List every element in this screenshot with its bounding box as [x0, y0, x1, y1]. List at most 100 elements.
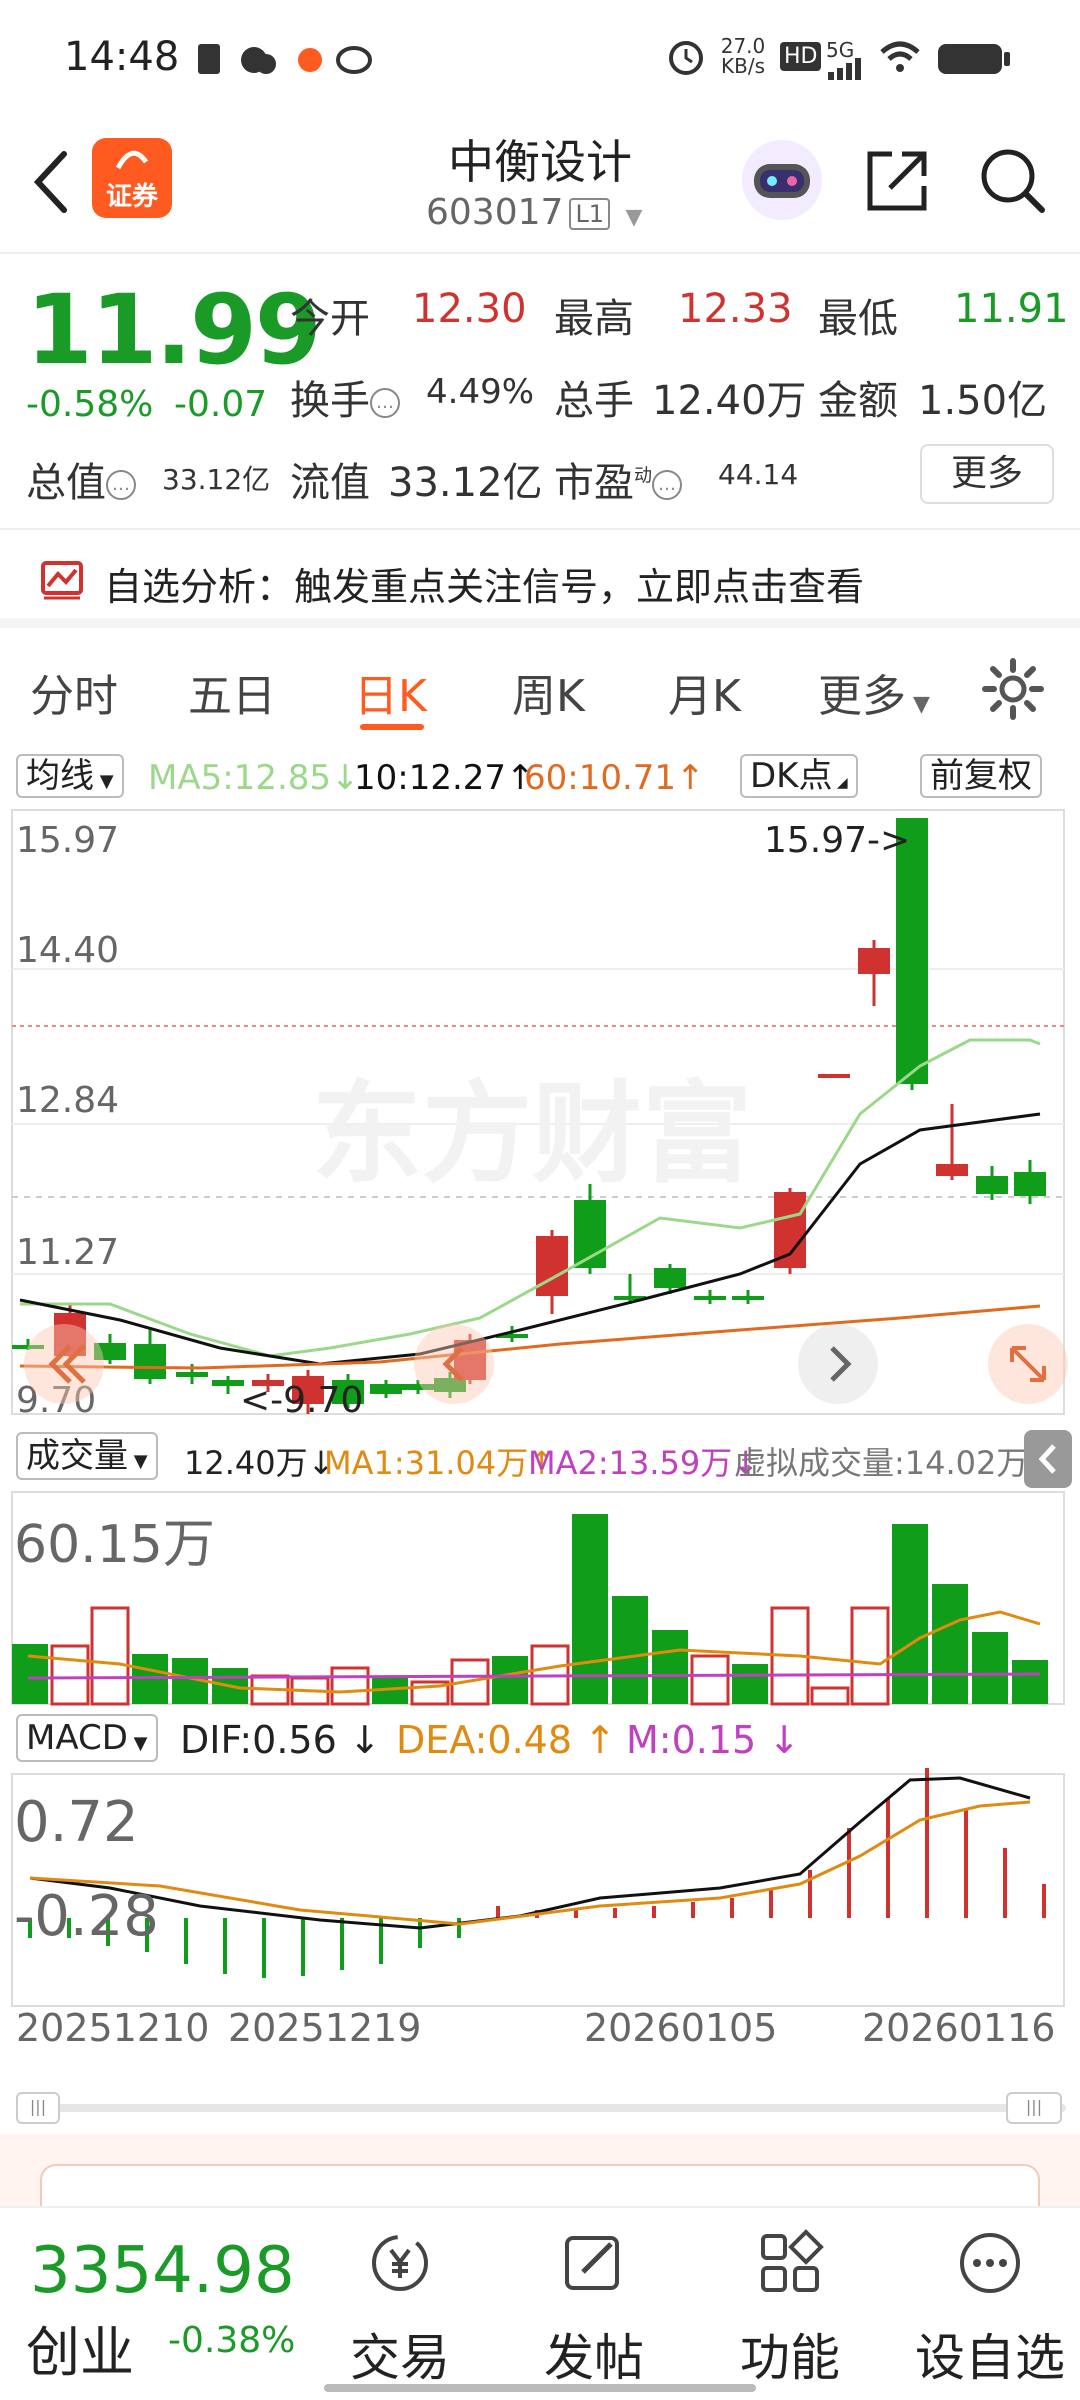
float-label: 流值 — [290, 460, 370, 506]
current-price: 11.99 — [26, 274, 322, 386]
max-price-marker: 15.97-> — [764, 820, 911, 861]
pe-label: 市盈动… — [554, 450, 682, 508]
nav-add-watchlist[interactable]: 设自选 — [900, 2228, 1080, 2390]
index-name: 创业 — [26, 2321, 134, 2384]
robot-assistant-icon[interactable] — [740, 138, 824, 222]
macd-dif-line — [29, 1776, 1031, 1930]
ma60-line — [19, 1304, 1041, 1370]
nav-post[interactable]: 发帖 — [514, 2228, 674, 2390]
date-label: 20260116 — [862, 2006, 1056, 2050]
macd-selector[interactable]: MACD ▼ — [16, 1714, 158, 1762]
vol-ma1: MA1:31.04万↑ — [324, 1444, 556, 1482]
active-tab-indicator — [360, 724, 424, 730]
analysis-banner[interactable]: 自选分析：触发重点关注信号，立即点击查看 — [0, 528, 1080, 628]
tab-intraday[interactable]: 分时 — [30, 660, 118, 724]
volume-bar — [50, 1644, 90, 1706]
volume-value: 12.40万 — [652, 378, 807, 424]
candle-body — [536, 1236, 568, 1296]
volume-bar — [972, 1632, 1008, 1704]
double-chevron-left-icon — [48, 1344, 86, 1384]
open-value: 12.30 — [412, 286, 527, 332]
analysis-text: 自选分析：触发重点关注信号，立即点击查看 — [104, 565, 865, 609]
pe-value: 44.14 — [718, 458, 799, 491]
fullscreen-button[interactable] — [988, 1324, 1068, 1404]
volume-axis-max: 60.15万 — [14, 1515, 215, 1575]
net-speed: 27.0 KB/s — [720, 34, 766, 78]
nav-functions[interactable]: 功能 — [710, 2228, 870, 2390]
date-label: 20251219 — [228, 2006, 422, 2050]
next-button[interactable] — [798, 1324, 878, 1404]
hd-badge: HD — [780, 42, 822, 71]
scroll-handle-left[interactable]: ||| — [16, 2092, 60, 2124]
tab-monthly-k[interactable]: 月K — [668, 660, 741, 724]
macd-dea-line — [29, 1800, 1031, 1926]
candle-body — [1014, 1172, 1046, 1196]
index-change: -0.38% — [168, 2320, 296, 2361]
change-percent: -0.58% — [26, 384, 154, 425]
candle-body — [936, 1164, 968, 1176]
candle-body — [976, 1176, 1008, 1194]
settings-gear-icon[interactable] — [982, 658, 1044, 720]
share-icon[interactable] — [862, 146, 932, 216]
volume-label: 总手 — [554, 378, 634, 424]
tab-weekly-k[interactable]: 周K — [512, 660, 585, 724]
info-icon[interactable]: … — [652, 470, 682, 500]
macd-panel-frame — [11, 1773, 1065, 2007]
alarm-icon — [669, 41, 703, 75]
candle-body — [858, 948, 890, 974]
edit-post-icon — [565, 2236, 619, 2290]
volume-bar — [932, 1584, 968, 1704]
prev-button[interactable] — [414, 1324, 494, 1404]
kline-axis-max: 15.97 — [16, 820, 120, 861]
kline-chart-area[interactable]: 均线 ▼ MA5:12.85↓ 10:12.27↑ 60:10.71↑ DK点 … — [0, 744, 1080, 2084]
low-label: 最低 — [818, 296, 898, 342]
kline-axis-2: 14.40 — [16, 930, 120, 971]
open-label: 今开 — [290, 296, 370, 342]
index-value[interactable]: 3354.98 — [30, 2234, 295, 2308]
info-icon[interactable]: … — [106, 470, 136, 500]
macd-dea: DEA:0.48 ↑ — [396, 1718, 616, 1762]
volume-bar — [732, 1664, 768, 1704]
chart-canvas — [11, 809, 1065, 2007]
volume-bar — [850, 1606, 890, 1706]
kline-axis-3: 12.84 — [16, 1080, 120, 1121]
bottom-navigation: 3354.98 创业 -0.38% 交易 发帖 功能 设自选 — [0, 2206, 1080, 2400]
candle-body — [694, 1296, 726, 1300]
scroll-left-button[interactable] — [24, 1324, 104, 1404]
scroll-handle-right[interactable]: ||| — [1006, 2092, 1062, 2124]
info-icon[interactable]: … — [370, 388, 400, 418]
chart-trend-icon — [41, 561, 83, 600]
volume-bar — [810, 1686, 850, 1706]
high-label: 最高 — [554, 296, 634, 342]
candle-body — [370, 1384, 402, 1394]
chevron-right-icon — [830, 1346, 852, 1382]
collapse-panel-button[interactable] — [1024, 1430, 1072, 1488]
range-scrollbar[interactable]: ||| ||| — [16, 2088, 1066, 2128]
amount-value: 1.50亿 — [918, 378, 1048, 424]
chevron-left-icon — [1038, 1444, 1056, 1474]
nav-trade[interactable]: 交易 — [320, 2228, 480, 2390]
watermark: 东方财富 — [312, 1070, 752, 1198]
search-icon[interactable] — [978, 146, 1048, 216]
low-value: 11.91 — [954, 286, 1069, 332]
date-label: 20260105 — [584, 2006, 778, 2050]
min-price-marker: <-9.70 — [240, 1380, 364, 1421]
status-time: 14:48 — [64, 34, 180, 80]
volume-bar — [90, 1606, 130, 1706]
tab-five-day[interactable]: 五日 — [188, 660, 276, 724]
more-button[interactable]: 更多 — [920, 444, 1054, 504]
tab-daily-k[interactable]: 日K — [354, 660, 427, 724]
promo-strip — [0, 2134, 1080, 2224]
candle-body — [732, 1296, 764, 1300]
macd-m: M:0.15 ↓ — [626, 1718, 801, 1762]
volume-bar — [612, 1596, 648, 1704]
volume-bar — [690, 1654, 730, 1706]
scroll-track — [16, 2104, 1066, 2112]
chevron-left-icon — [442, 1346, 464, 1382]
volume-selector[interactable]: 成交量 ▼ — [16, 1432, 158, 1480]
turnover-label: 换手… — [290, 368, 400, 426]
stock-code[interactable]: 603017 L1 ▼ — [426, 192, 642, 233]
candle-body — [176, 1372, 208, 1377]
virtual-volume: 虚拟成交量:14.02万 — [734, 1444, 1029, 1482]
tab-more[interactable]: 更多 ▼ — [818, 660, 930, 724]
